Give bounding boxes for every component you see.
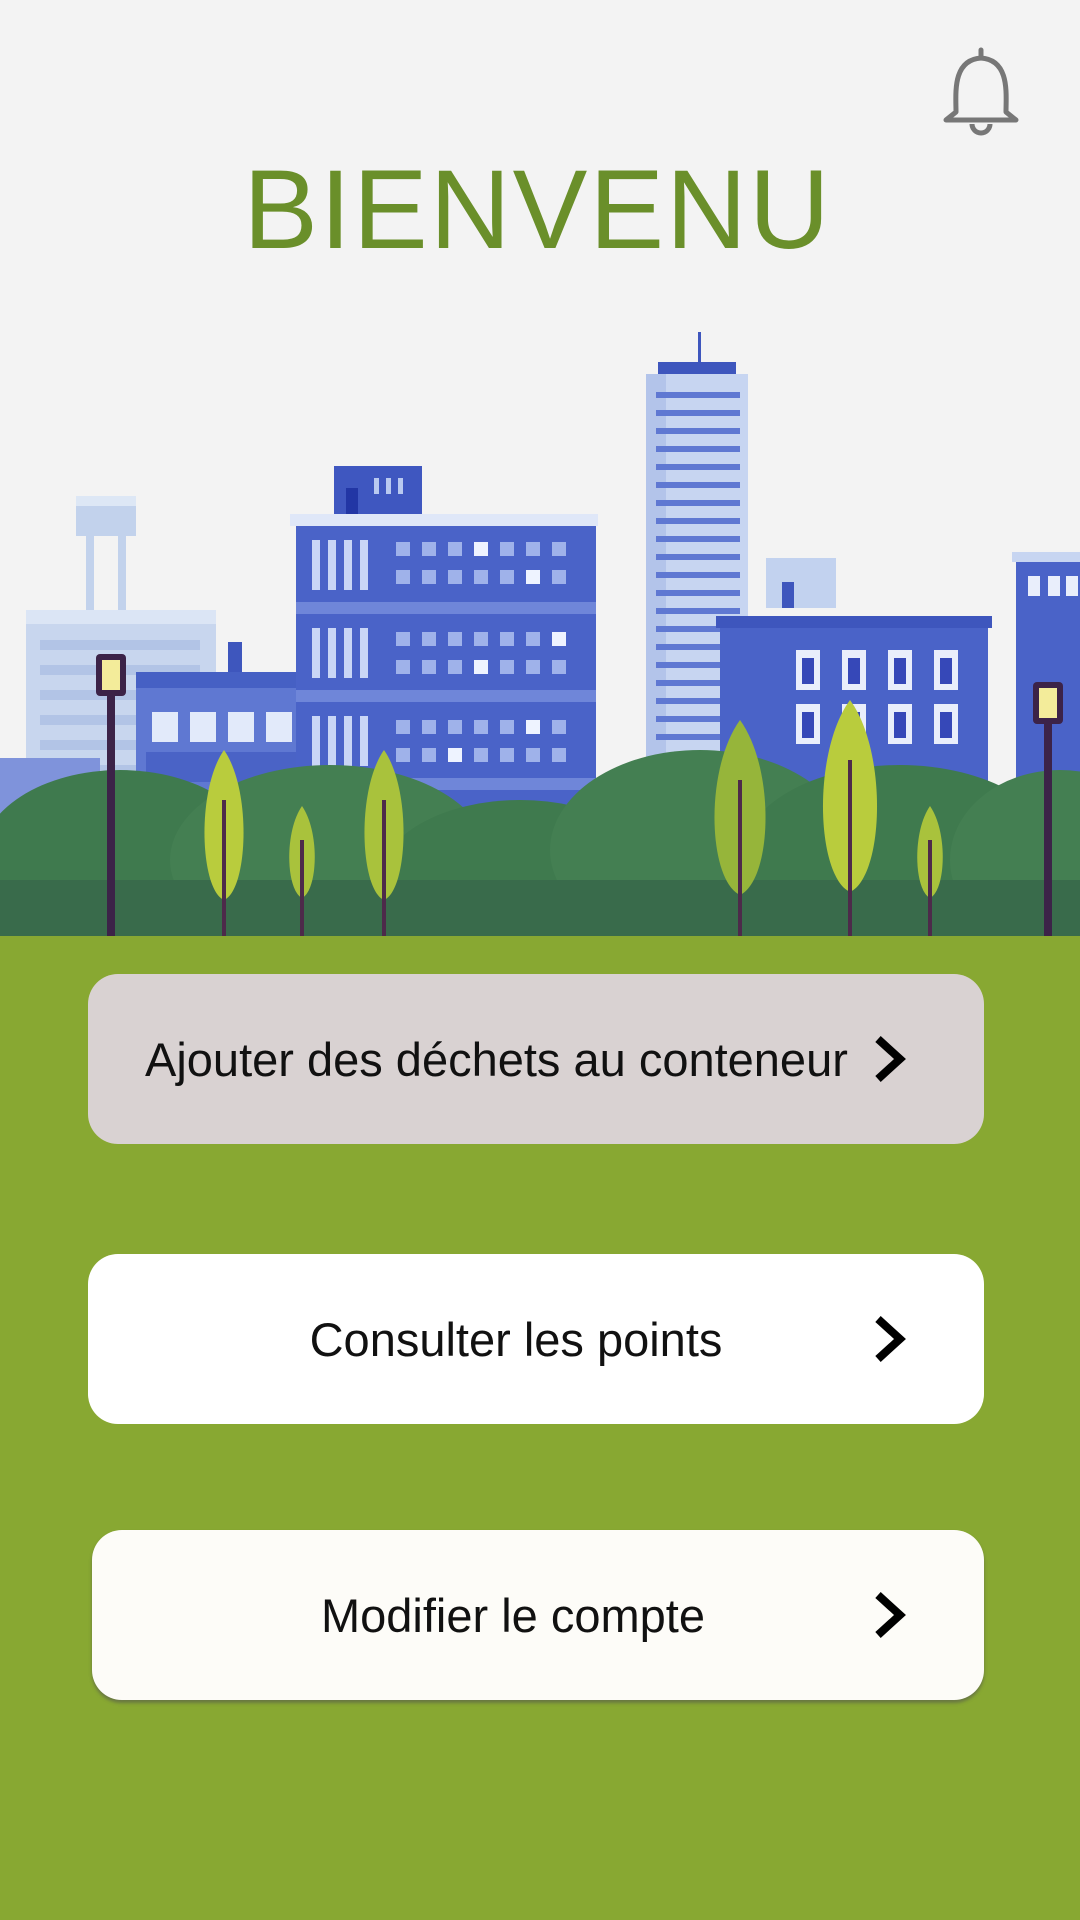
view-points-label: Consulter les points: [309, 1312, 723, 1366]
edit-account-button[interactable]: Modifier le compte: [92, 1530, 984, 1700]
chevron-right-icon: [875, 1316, 906, 1362]
add-waste-button[interactable]: Ajouter des déchets au conteneur: [88, 974, 984, 1144]
chevron-right-icon: [875, 1592, 906, 1638]
bell-icon: [943, 47, 1019, 136]
add-waste-label: Ajouter des déchets au conteneur: [145, 1032, 848, 1086]
edit-account-label: Modifier le compte: [321, 1588, 705, 1642]
view-points-button[interactable]: Consulter les points: [88, 1254, 984, 1424]
page-title: BIENVENU: [243, 147, 832, 272]
water-tower: [76, 496, 136, 616]
chevron-right-icon: [875, 1036, 906, 1082]
notification-bell-button[interactable]: [938, 46, 1024, 136]
city-illustration: [0, 332, 1080, 960]
